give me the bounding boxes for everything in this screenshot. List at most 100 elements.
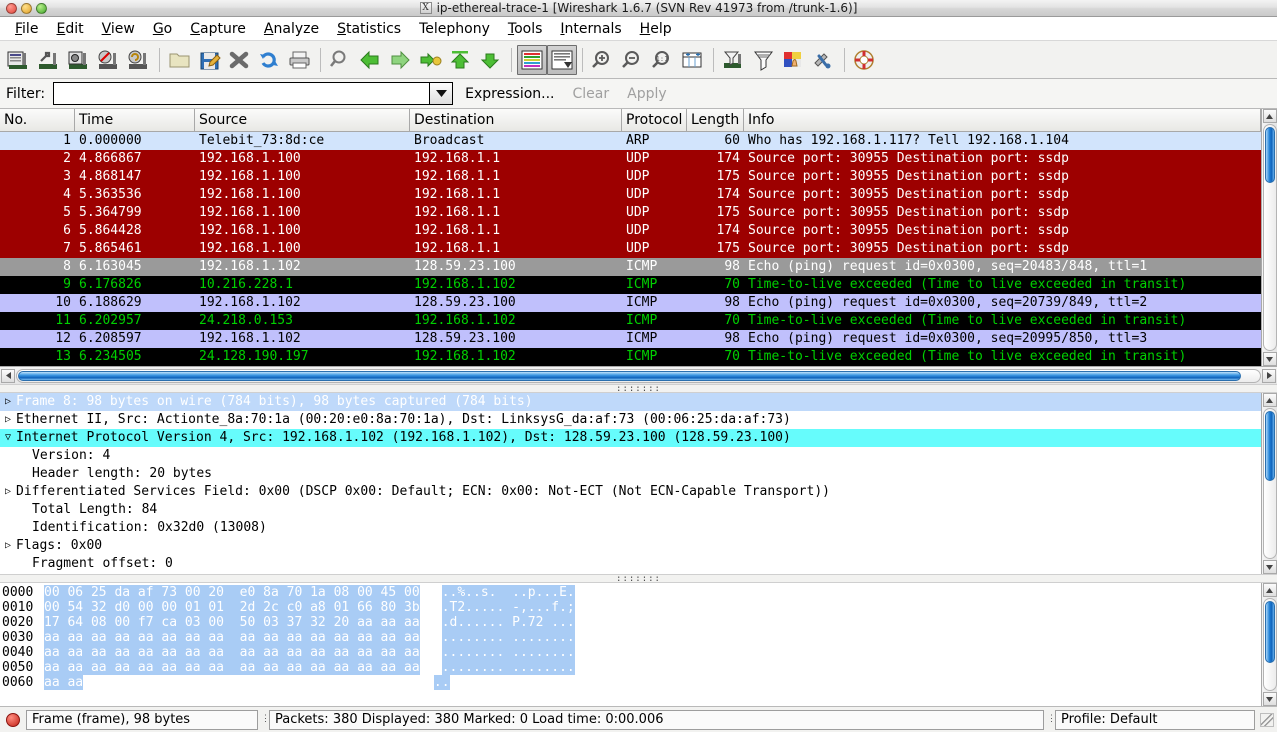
scroll-down-icon[interactable] bbox=[1262, 352, 1277, 366]
column-header-no[interactable]: No. bbox=[0, 109, 75, 132]
close-file-icon[interactable] bbox=[225, 45, 255, 75]
hscroll-track[interactable] bbox=[16, 368, 1261, 383]
start-capture-icon[interactable] bbox=[64, 45, 94, 75]
column-header-protocol[interactable]: Protocol bbox=[622, 109, 687, 132]
print-icon[interactable] bbox=[285, 45, 315, 75]
expand-triangle-icon[interactable]: ▷ bbox=[0, 393, 16, 411]
detail-tree-row[interactable]: ▽ Internet Protocol Version 4, Src: 192.1… bbox=[0, 429, 1261, 447]
coloring-rules-icon[interactable] bbox=[779, 45, 809, 75]
packet-row[interactable]: 2 4.866867 192.168.1.100 192.168.1.1 UDP 174 S… bbox=[0, 150, 1261, 168]
vscroll-track[interactable] bbox=[1262, 124, 1277, 351]
list-interfaces-icon[interactable] bbox=[4, 45, 34, 75]
auto-scroll-icon[interactable] bbox=[547, 44, 577, 75]
go-to-packet-icon[interactable] bbox=[416, 45, 446, 75]
expand-triangle-icon[interactable]: ▷ bbox=[0, 537, 16, 555]
menu-internals[interactable]: Internals bbox=[551, 19, 630, 39]
save-file-icon[interactable] bbox=[195, 45, 225, 75]
hex-dump-row[interactable]: 0030 aa aa aa aa aa aa aa aa aa aa aa aa … bbox=[0, 630, 1261, 645]
find-packet-icon[interactable] bbox=[326, 45, 356, 75]
menu-telephony[interactable]: Telephony bbox=[410, 19, 499, 39]
filter-input[interactable] bbox=[54, 83, 430, 104]
packet-bytes-vertical-scrollbar[interactable] bbox=[1261, 583, 1277, 706]
menu-edit[interactable]: Edit bbox=[47, 19, 92, 39]
packet-row[interactable]: 3 4.868147 192.168.1.100 192.168.1.1 UDP 175 S… bbox=[0, 168, 1261, 186]
column-header-length[interactable]: Length bbox=[687, 109, 744, 132]
vscroll-track[interactable] bbox=[1262, 598, 1277, 691]
packet-row[interactable]: 5 5.364799 192.168.1.100 192.168.1.1 UDP 175 S… bbox=[0, 204, 1261, 222]
packet-list-horizontal-scrollbar[interactable] bbox=[0, 366, 1277, 384]
scroll-down-icon[interactable] bbox=[1262, 692, 1277, 706]
go-last-packet-icon[interactable] bbox=[476, 45, 506, 75]
menu-statistics[interactable]: Statistics bbox=[328, 19, 410, 39]
packet-detail-vertical-scrollbar[interactable] bbox=[1261, 393, 1277, 574]
hex-dump-row[interactable]: 0060 aa aa .. bbox=[0, 675, 1261, 690]
hex-dump-row[interactable]: 0000 00 06 25 da af 73 00 20 e0 8a 70 1a … bbox=[0, 585, 1261, 600]
packet-row[interactable]: 13 6.234505 24.128.190.197 192.168.1.102 ICM… bbox=[0, 348, 1261, 366]
filter-apply-button[interactable]: Apply bbox=[621, 86, 673, 102]
detail-tree-row[interactable]: ▷ Frame 8: 98 bytes on wire (784 bits), 9… bbox=[0, 393, 1261, 411]
packet-row[interactable]: 4 5.363536 192.168.1.100 192.168.1.1 UDP 174 S… bbox=[0, 186, 1261, 204]
colorize-icon[interactable] bbox=[517, 44, 547, 75]
scroll-down-icon[interactable] bbox=[1262, 560, 1277, 574]
detail-tree-row[interactable]: Header length: 20 bytes bbox=[0, 465, 1261, 483]
detail-tree-row[interactable]: Identification: 0x32d0 (13008) bbox=[0, 519, 1261, 537]
expert-info-led-icon[interactable] bbox=[6, 712, 20, 727]
filter-clear-button[interactable]: Clear bbox=[567, 86, 616, 102]
packet-row[interactable]: 6 5.864428 192.168.1.100 192.168.1.1 UDP 174 S… bbox=[0, 222, 1261, 240]
column-header-source[interactable]: Source bbox=[195, 109, 410, 132]
column-header-destination[interactable]: Destination bbox=[410, 109, 622, 132]
vscroll-thumb[interactable] bbox=[1264, 601, 1275, 663]
collapse-triangle-icon[interactable]: ▽ bbox=[0, 429, 16, 447]
detail-tree-row[interactable]: ▷ Differentiated Services Field: 0x00 (DS… bbox=[0, 483, 1261, 501]
scroll-left-icon[interactable] bbox=[1, 368, 15, 383]
detail-tree-row[interactable]: Total Length: 84 bbox=[0, 501, 1261, 519]
expand-triangle-icon[interactable]: ▷ bbox=[0, 483, 16, 501]
vscroll-thumb[interactable] bbox=[1264, 411, 1275, 481]
open-file-icon[interactable] bbox=[165, 45, 195, 75]
packet-row[interactable]: 11 6.202957 24.218.0.153 192.168.1.102 ICMP 7… bbox=[0, 312, 1261, 330]
scroll-up-icon[interactable] bbox=[1262, 583, 1277, 597]
status-profile[interactable]: Profile: Default bbox=[1055, 709, 1255, 730]
packet-row[interactable]: 9 6.176826 10.216.228.1 192.168.1.102 ICMP 70… bbox=[0, 276, 1261, 294]
packet-row[interactable]: 1 0.000000 Telebit_73:8d:ce Broadcast ARP 60 W… bbox=[0, 132, 1261, 150]
column-header-info[interactable]: Info bbox=[744, 109, 1261, 132]
vscroll-thumb[interactable] bbox=[1264, 127, 1275, 183]
menu-go[interactable]: Go bbox=[144, 19, 181, 39]
menu-analyze[interactable]: Analyze bbox=[255, 19, 328, 39]
detail-tree-row[interactable]: Fragment offset: 0 bbox=[0, 555, 1261, 573]
help-icon[interactable] bbox=[850, 45, 880, 75]
zoom-normal-icon[interactable]: 1:1 bbox=[648, 45, 678, 75]
column-header-time[interactable]: Time bbox=[75, 109, 195, 132]
reload-file-icon[interactable] bbox=[255, 45, 285, 75]
restart-capture-icon[interactable] bbox=[124, 45, 154, 75]
menu-file[interactable]: File bbox=[6, 19, 47, 39]
pane-divider-top[interactable]: ::::::: bbox=[0, 384, 1277, 393]
hex-dump-row[interactable]: 0050 aa aa aa aa aa aa aa aa aa aa aa aa … bbox=[0, 660, 1261, 675]
packet-row[interactable]: 7 5.865461 192.168.1.100 192.168.1.1 UDP 175 S… bbox=[0, 240, 1261, 258]
stop-capture-icon[interactable] bbox=[94, 45, 124, 75]
hex-dump-row[interactable]: 0010 00 54 32 d0 00 00 01 01 2d 2c c0 a8 … bbox=[0, 600, 1261, 615]
chevron-down-icon[interactable] bbox=[429, 83, 453, 104]
go-forward-icon[interactable] bbox=[386, 45, 416, 75]
go-back-icon[interactable] bbox=[356, 45, 386, 75]
packet-list-vertical-scrollbar[interactable] bbox=[1261, 109, 1277, 366]
scroll-up-icon[interactable] bbox=[1262, 393, 1277, 407]
hscroll-thumb[interactable] bbox=[18, 370, 1242, 381]
capture-filter-icon[interactable] bbox=[719, 45, 749, 75]
detail-tree-row[interactable]: ▷ Ethernet II, Src: Actionte_8a:70:1a (00… bbox=[0, 411, 1261, 429]
detail-tree-row[interactable]: ▷ Flags: 0x00 bbox=[0, 537, 1261, 555]
menu-capture[interactable]: Capture bbox=[181, 19, 255, 39]
scroll-up-icon[interactable] bbox=[1262, 109, 1277, 123]
resize-columns-icon[interactable] bbox=[678, 45, 708, 75]
hex-dump-row[interactable]: 0040 aa aa aa aa aa aa aa aa aa aa aa aa … bbox=[0, 645, 1261, 660]
menu-view[interactable]: View bbox=[93, 19, 144, 39]
display-filter-icon[interactable] bbox=[749, 45, 779, 75]
resize-grip-icon[interactable] bbox=[1260, 712, 1274, 727]
filter-combo[interactable] bbox=[53, 82, 454, 105]
packet-row[interactable]: 12 6.208597 192.168.1.102 128.59.23.100 ICMP… bbox=[0, 330, 1261, 348]
packet-row[interactable]: 10 6.188629 192.168.1.102 128.59.23.100 ICMP… bbox=[0, 294, 1261, 312]
zoom-out-icon[interactable] bbox=[618, 45, 648, 75]
preferences-icon[interactable] bbox=[809, 45, 839, 75]
hex-dump-row[interactable]: 0020 17 64 08 00 f7 ca 03 00 50 03 37 32 … bbox=[0, 615, 1261, 630]
filter-expression-button[interactable]: Expression... bbox=[459, 86, 560, 102]
